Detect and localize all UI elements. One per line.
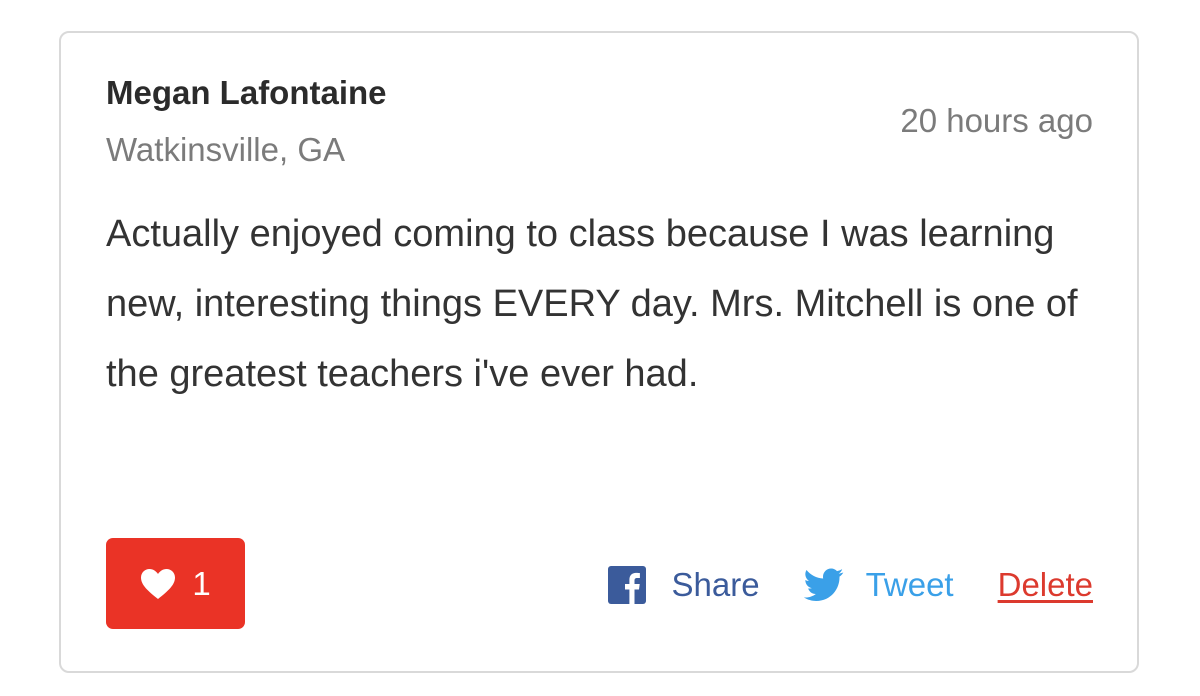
review-actions: Share Tweet Delete	[607, 563, 1093, 607]
author-location: Watkinsville, GA	[106, 131, 345, 168]
delete-link[interactable]: Delete	[998, 565, 1093, 605]
like-count: 1	[192, 564, 211, 602]
like-button[interactable]: 1	[106, 538, 245, 629]
facebook-icon	[607, 566, 646, 604]
twitter-bird-icon	[803, 568, 843, 601]
share-label: Share	[671, 566, 760, 603]
tweet-label: Tweet	[865, 566, 954, 603]
review-card: Megan Lafontaine Watkinsville, GA 20 hou…	[59, 31, 1139, 673]
tweet-button[interactable]: Tweet	[803, 565, 954, 605]
heart-icon	[141, 568, 176, 599]
author-name: Megan Lafontaine	[106, 74, 387, 111]
review-timestamp: 20 hours ago	[900, 102, 1093, 139]
share-button[interactable]: Share	[607, 565, 760, 605]
review-body: Actually enjoyed coming to class because…	[106, 213, 1078, 395]
